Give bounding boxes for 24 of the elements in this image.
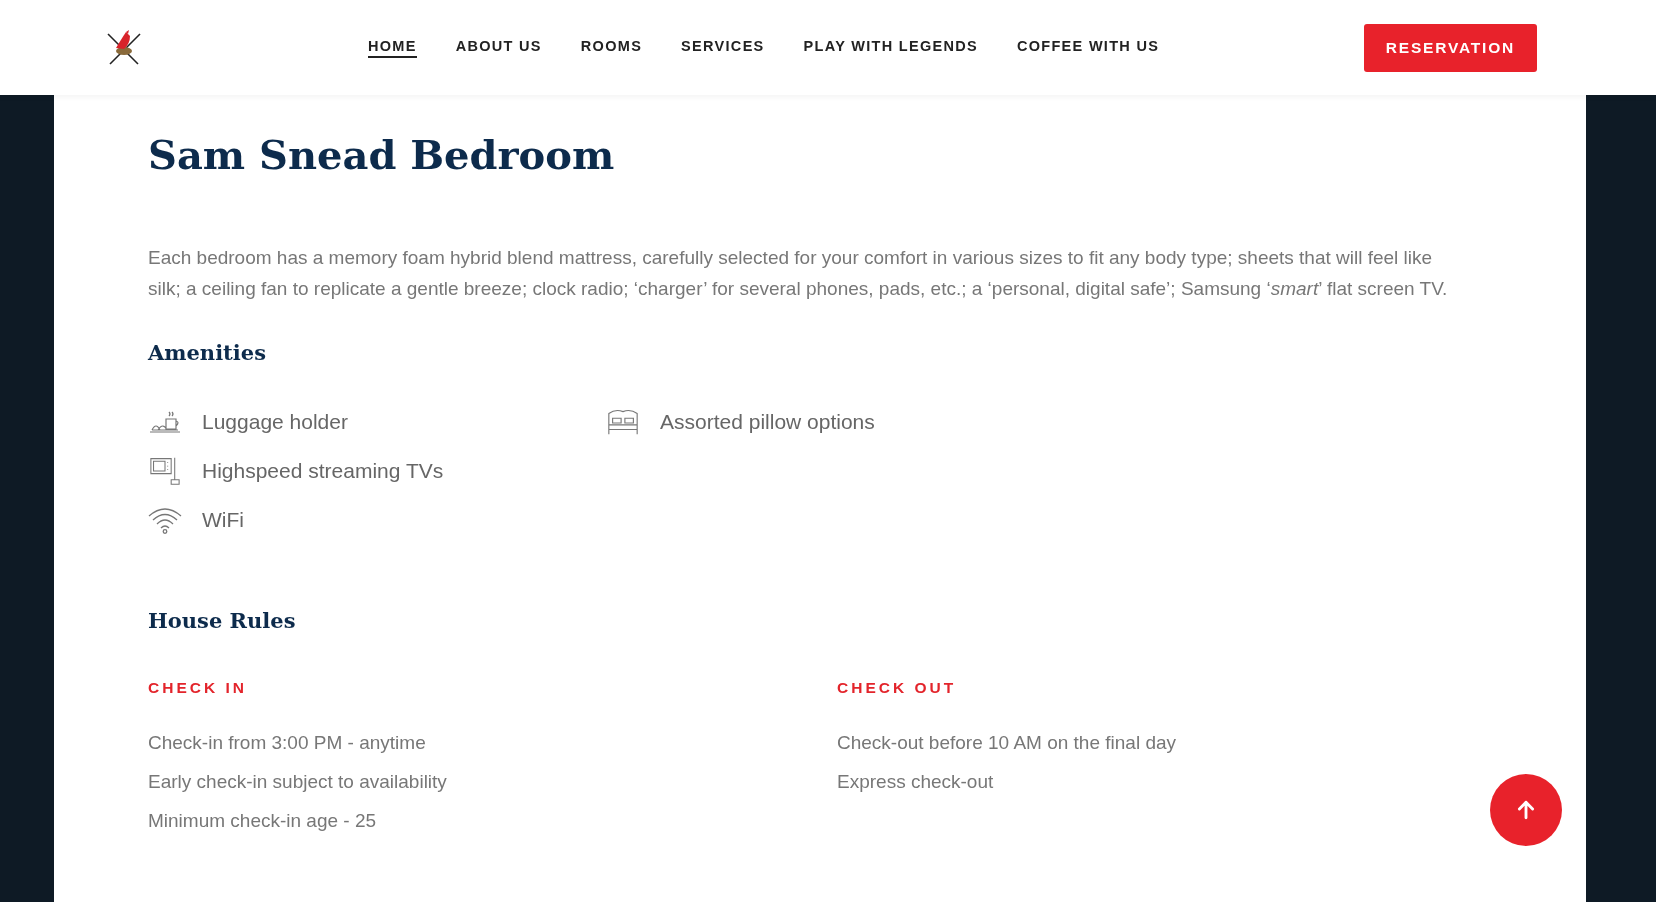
room-title: Sam Snead Bedroom: [148, 131, 616, 178]
rule-group-title: CHECK OUT: [837, 679, 958, 697]
nav-link[interactable]: SERVICES: [681, 37, 765, 58]
nav-link[interactable]: ABOUT US: [455, 37, 542, 58]
room-description: Each bedroom has a memory foam hybrid blend mattress, carefully selected for your comfort in various sizes to fit any body type; sheets that will feel like silk; a ceiling fan to replicate a gentle breeze; clock radio; ‘charger’ for several phones, pads, etc.; a ‘personal, digital safe’; Samsung ‘smart’ flat screen TV.: [148, 246, 1449, 301]
amenity-label: Assorted pillow options: [660, 409, 875, 434]
amenities-heading: Amenities: [148, 340, 267, 365]
rule-text: Minimum check-in age - 25: [148, 809, 378, 833]
nav-link[interactable]: HOME: [368, 37, 417, 58]
nav-link[interactable]: COFFEE WITH US: [1016, 37, 1160, 58]
amenity-label: Luggage holder: [202, 409, 348, 434]
house-rules-heading: House Rules: [148, 608, 297, 633]
amenity-label: WiFi: [202, 507, 244, 532]
arrow-up-icon: [1515, 799, 1537, 821]
rule-text: Check-in from 3:00 PM - anytime: [148, 731, 427, 755]
nav-link[interactable]: ROOMS: [580, 37, 643, 58]
rule-text: Express check-out: [837, 770, 995, 794]
nav-link[interactable]: PLAY WITH LEGENDS: [803, 37, 978, 58]
reservation-button[interactable]: RESERVATION: [1363, 23, 1537, 72]
tv-icon: [148, 455, 182, 486]
rule-text: Early check-in subject to availability: [148, 770, 448, 794]
amenity-label: Highspeed streaming TVs: [202, 458, 444, 483]
rule-text: Check-out before 10 AM on the final day: [837, 731, 1178, 755]
rule-group-title: CHECK IN: [148, 679, 248, 697]
